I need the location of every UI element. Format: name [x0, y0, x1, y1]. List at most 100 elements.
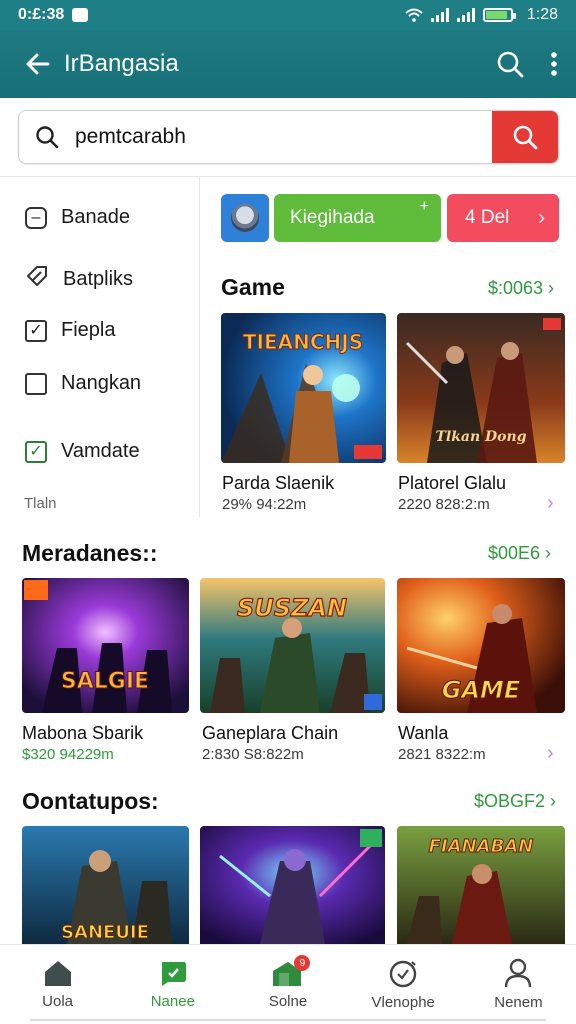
search-field-icon [19, 125, 75, 149]
section-title-meradanes: Meradanes:: [22, 540, 158, 566]
nav-label: Uola [42, 993, 74, 1010]
game-card-6[interactable]: SANEUIE [22, 826, 189, 944]
checkbox-checked-green-icon[interactable]: ✓ [25, 440, 47, 463]
game-card-1-title: Parda Slaenik [222, 473, 335, 493]
svg-text:SALGIE: SALGIE [61, 669, 149, 694]
chevron-right-icon[interactable]: › [547, 742, 554, 765]
game-card-1-meta: 29% 94:22m [222, 496, 307, 513]
svg-text:FIANABAN: FIANABAN [429, 836, 534, 857]
plus-icon: + [419, 198, 429, 215]
game-card-2[interactable]: Tlkan Dong [397, 313, 565, 463]
more-vert-icon[interactable] [550, 51, 558, 77]
sidebar-item-label: Nangkan [61, 372, 142, 394]
game-card-4-meta: 2:830 S8:822m [202, 746, 304, 763]
game-card-3-title: Mabona Sbarik [22, 723, 144, 743]
svg-text:SANEUIE: SANEUIE [61, 922, 149, 943]
signal-icon-2 [456, 8, 475, 22]
svg-text:SUSZAN: SUSZAN [237, 594, 347, 622]
battery-icon [482, 8, 516, 22]
chat-icon [161, 962, 186, 986]
search-icon[interactable] [496, 50, 524, 78]
game-card-1[interactable]: TIEANCHJS [221, 313, 386, 463]
app-bar: IrBangasia [0, 30, 576, 98]
game-card-3[interactable]: SALGIE [22, 578, 189, 713]
page-title: IrBangasia [64, 50, 179, 77]
sidebar-item-label: Vamdate [61, 440, 140, 462]
sidebar-item-label: Fiepla [61, 319, 116, 341]
sidebar-footer: Tlaln [24, 495, 57, 512]
section-link-game[interactable]: $:0063 › [488, 278, 554, 299]
person-icon [505, 958, 532, 988]
game-thumbnail: SUSZAN [200, 578, 385, 713]
game-card-8[interactable]: FIANABAN [397, 826, 565, 944]
section-title-game: Game [221, 274, 285, 300]
checkbox-empty-icon[interactable] [25, 372, 47, 395]
svg-text:GAME: GAME [442, 676, 521, 704]
tag-icon [25, 264, 49, 294]
game-card-4[interactable]: SUSZAN [200, 578, 385, 713]
chevron-right-icon: › [538, 206, 545, 229]
sidebar-item-batpliks[interactable]: Batpliks [25, 264, 133, 294]
svg-text:TIEANCHJS: TIEANCHJS [243, 330, 363, 354]
wifi-icon [405, 8, 423, 22]
green-chip-label: Kiegihada [290, 207, 375, 228]
bottom-nav: Uola Nanee 9 Solne Vlenophe Nenem [0, 944, 576, 1024]
timer-icon [390, 960, 417, 988]
section-link-oontatupos[interactable]: $OBGF2 › [474, 791, 556, 812]
message-icon [72, 8, 89, 22]
game-card-5[interactable]: GAME [397, 578, 565, 713]
sidebar-item-banade[interactable]: – Banade [25, 206, 130, 229]
sidebar-item-nangkan[interactable]: Nangkan [25, 372, 141, 395]
sidebar-item-label: Batpliks [63, 267, 134, 290]
home-indicator [30, 1019, 546, 1021]
nav-label: Nanee [150, 993, 195, 1010]
chevron-right-icon[interactable]: › [547, 492, 554, 515]
sidebar-item-label: Banade [61, 206, 130, 228]
sidebar-item-vamdate[interactable]: ✓ Vamdate [25, 440, 140, 463]
red-chip-label: 4 Del [465, 207, 510, 228]
app-chip[interactable] [221, 194, 269, 242]
red-chip-button[interactable]: 4 Del › [447, 194, 559, 242]
notification-badge: 9 [294, 955, 311, 971]
game-card-3-meta: $320 94229m [22, 746, 114, 763]
game-thumbnail: FIANABAN [397, 826, 565, 944]
back-arrow-icon[interactable] [18, 50, 58, 78]
signal-icon [430, 8, 449, 22]
nav-item-solne[interactable]: 9 Solne [230, 945, 345, 1024]
game-thumbnail: Tlkan Dong [397, 313, 565, 463]
search-submit-button[interactable] [492, 111, 558, 163]
avatar-icon [231, 204, 259, 232]
status-bar: 0:£:38 1:28 [0, 0, 576, 30]
game-card-5-meta: 2821 8322:m [398, 746, 486, 763]
section-link-meradanes[interactable]: $00E6 › [488, 543, 551, 564]
search-bar [18, 110, 559, 164]
game-thumbnail: TIEANCHJS [221, 313, 386, 463]
section-title-oontatupos: Oontatupos: [22, 788, 159, 814]
nav-item-nenem[interactable]: Nenem [461, 945, 576, 1024]
green-chip-button[interactable]: Kiegihada + [274, 194, 441, 242]
minus-square-icon: – [25, 206, 47, 229]
sidebar: – Banade Batpliks ✓ Fiepla Nangkan ✓ Vam… [0, 177, 200, 517]
nav-item-nanee[interactable]: Nanee [115, 945, 230, 1024]
game-card-5-title: Wanla [398, 723, 449, 743]
nav-item-uola[interactable]: Uola [0, 945, 115, 1024]
checkbox-checked-icon[interactable]: ✓ [25, 319, 47, 342]
home-icon [44, 961, 71, 986]
game-card-2-meta: 2220 828:2:m [398, 496, 490, 513]
nav-label: Solne [268, 993, 308, 1010]
nav-item-vlenophe[interactable]: Vlenophe [346, 945, 461, 1024]
svg-text:Tlkan Dong: Tlkan Dong [435, 429, 526, 445]
game-card-4-title: Ganeplara Chain [202, 723, 339, 743]
search-input[interactable] [75, 125, 492, 149]
game-thumbnail [200, 826, 385, 944]
game-thumbnail: SANEUIE [22, 826, 189, 944]
game-card-2-title: Platorel Glalu [398, 473, 507, 493]
sidebar-item-fiepla[interactable]: ✓ Fiepla [25, 319, 115, 342]
status-time: 0:£:38 [18, 6, 65, 23]
nav-label: Vlenophe [371, 994, 435, 1011]
game-card-7[interactable] [200, 826, 385, 944]
status-clock: 1:28 [526, 6, 558, 23]
game-thumbnail: GAME [397, 578, 565, 713]
nav-label: Nenem [494, 994, 543, 1011]
game-thumbnail: SALGIE [22, 578, 189, 713]
